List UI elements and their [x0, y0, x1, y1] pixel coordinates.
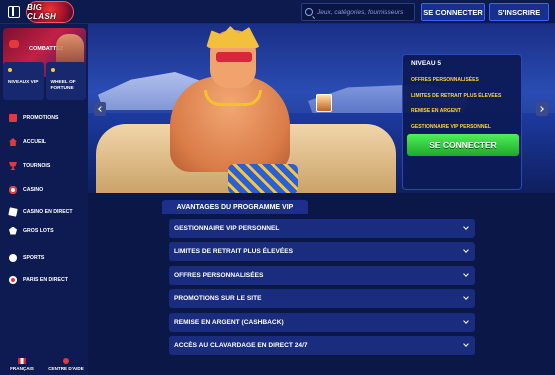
accordion-item-label: REMISE EN ARGENT (CASHBACK) [174, 318, 284, 326]
gift-icon [9, 114, 17, 122]
trophy-icon [9, 162, 17, 170]
sidebar-item-label: GROS LOTS [23, 227, 54, 234]
soccer-ball-icon [9, 254, 17, 262]
accordion-item-label: LIMITES DE RETRAIT PLUS ÉLEVÉES [174, 248, 294, 256]
sidebar-item-label: PARIS EN DIRECT [23, 276, 68, 283]
sidebar-tiles: NIVEAUX VIP WHEEL OF FORTUNE [3, 62, 86, 100]
language-label: FRANÇAIS [10, 365, 34, 371]
language-selector[interactable]: FRANÇAIS [0, 353, 44, 375]
chevron-down-icon [463, 270, 469, 277]
cards-icon [8, 206, 18, 217]
vip-perk: REMISE EN ARGENT [411, 108, 461, 114]
sidebar-item-promotions[interactable]: PROMOTIONS [0, 106, 88, 130]
app-root: BIG CLASH SE CONNECTER S'INSCRIRE COMBAT… [0, 0, 555, 375]
gold-chain [204, 90, 262, 106]
accordion-item-label: OFFRES PERSONNALISÉES [174, 271, 264, 279]
accordion-item-label: ACCÈS AU CLAVARDAGE EN DIRECT 24/7 [174, 341, 308, 349]
tile-label: WHEEL OF FORTUNE [50, 80, 76, 91]
sidebar-toggle-icon[interactable] [8, 6, 20, 18]
sidebar-item-casino[interactable]: CASINO [0, 178, 88, 202]
home-icon [9, 138, 17, 146]
help-center-link[interactable]: CENTRE D'AIDE [44, 353, 88, 375]
signup-button[interactable]: S'INSCRIRE [489, 3, 549, 21]
sidebar-item-sports[interactable]: SPORTS [0, 246, 88, 270]
sunglasses-icon [216, 52, 252, 62]
accordion-item[interactable]: LIMITES DE RETRAIT PLUS ÉLEVÉES [169, 242, 475, 262]
accordion-item[interactable]: PROMOTIONS SUR LE SITE [169, 289, 475, 309]
search-icon [305, 8, 313, 16]
carousel-prev-button[interactable] [94, 102, 106, 116]
mascot-shorts [228, 164, 298, 193]
chevron-down-icon [463, 341, 469, 347]
accordion-item-label: PROMOTIONS SUR LE SITE [174, 295, 262, 303]
live-icon [9, 275, 17, 284]
tile-wheel-of-fortune[interactable]: WHEEL OF FORTUNE [45, 62, 86, 100]
vip-perk: LIMITES DE RETRAIT PLUS ÉLEVÉES [411, 92, 502, 99]
drink-glass [316, 94, 332, 112]
chevron-right-icon [538, 106, 544, 112]
sidebar-item-home[interactable]: ACCUEIL [0, 130, 88, 154]
sidebar-item-live-casino[interactable]: CASINO EN DIRECT [0, 202, 88, 221]
sidebar-item-label: PROMOTIONS [23, 115, 59, 121]
sidebar-footer: FRANÇAIS CENTRE D'AIDE [0, 353, 88, 375]
advantages-accordion: GESTIONNAIRE VIP PERSONNEL LIMITES DE RE… [169, 219, 475, 359]
diamond-icon [9, 226, 17, 235]
boxing-glove-icon [9, 40, 19, 48]
search-input[interactable] [317, 8, 414, 16]
sidebar-item-label: CASINO [23, 187, 44, 193]
help-label: CENTRE D'AIDE [48, 365, 84, 371]
chevron-down-icon [463, 294, 469, 301]
sidebar-item-label: CASINO EN DIRECT [23, 208, 73, 215]
sidebar-item-jackpots[interactable]: GROS LOTS [0, 221, 88, 240]
vip-level-icon [8, 68, 12, 72]
vip-hero-banner: NIVEAU 5 OFFRES PERSONNALISÉES LIMITES D… [88, 24, 555, 193]
sidebar-item-label: TOURNOIS [23, 163, 51, 169]
chevron-left-icon [98, 106, 104, 112]
logo-text: BIG CLASH [27, 3, 57, 21]
chevron-down-icon [463, 224, 469, 230]
search-box[interactable] [301, 3, 415, 21]
vip-level-title: NIVEAU 5 [411, 60, 441, 67]
advantages-section-title: AVANTAGES DU PROGRAMME VIP [162, 200, 308, 214]
top-bar: BIG CLASH SE CONNECTER S'INSCRIRE [0, 0, 555, 24]
sidebar-item-label: SPORTS [23, 255, 45, 261]
sidebar: COMBATTEZ NIVEAUX VIP WHEEL OF FORTUNE P… [0, 24, 88, 375]
sidebar-item-tournaments[interactable]: TOURNOIS [0, 154, 88, 178]
wheel-icon [50, 68, 55, 72]
site-logo[interactable]: BIG CLASH [26, 1, 74, 23]
accordion-item[interactable]: OFFRES PERSONNALISÉES [169, 265, 475, 285]
chevron-down-icon [463, 317, 469, 324]
hero-login-button[interactable]: SE CONNECTER [407, 134, 519, 156]
help-icon [63, 357, 69, 364]
accordion-item[interactable]: ACCÈS AU CLAVARDAGE EN DIRECT 24/7 [169, 335, 475, 355]
vip-perk: OFFRES PERSONNALISÉES [411, 77, 479, 83]
chevron-down-icon [463, 247, 469, 254]
casino-chip-icon [9, 186, 17, 194]
accordion-item[interactable]: GESTIONNAIRE VIP PERSONNEL [169, 219, 475, 238]
tile-vip-levels[interactable]: NIVEAUX VIP [3, 62, 44, 100]
accordion-item-label: GESTIONNAIRE VIP PERSONNEL [174, 225, 280, 232]
login-button[interactable]: SE CONNECTER [421, 3, 485, 21]
sidebar-item-label: ACCUEIL [23, 139, 47, 145]
sidebar-nav: PROMOTIONS ACCUEIL TOURNOIS CASINO CASIN… [0, 106, 88, 289]
accordion-item[interactable]: REMISE EN ARGENT (CASHBACK) [169, 312, 475, 332]
vip-perk-list: OFFRES PERSONNALISÉES LIMITES DE RETRAIT… [411, 77, 501, 139]
carousel-next-button[interactable] [536, 102, 548, 116]
tile-label: NIVEAUX VIP [8, 80, 39, 85]
vip-level-panel: NIVEAU 5 OFFRES PERSONNALISÉES LIMITES D… [402, 54, 522, 190]
mascot-hair [206, 26, 260, 48]
sidebar-item-live-betting[interactable]: PARIS EN DIRECT [0, 270, 88, 289]
canada-flag-icon [18, 357, 26, 364]
